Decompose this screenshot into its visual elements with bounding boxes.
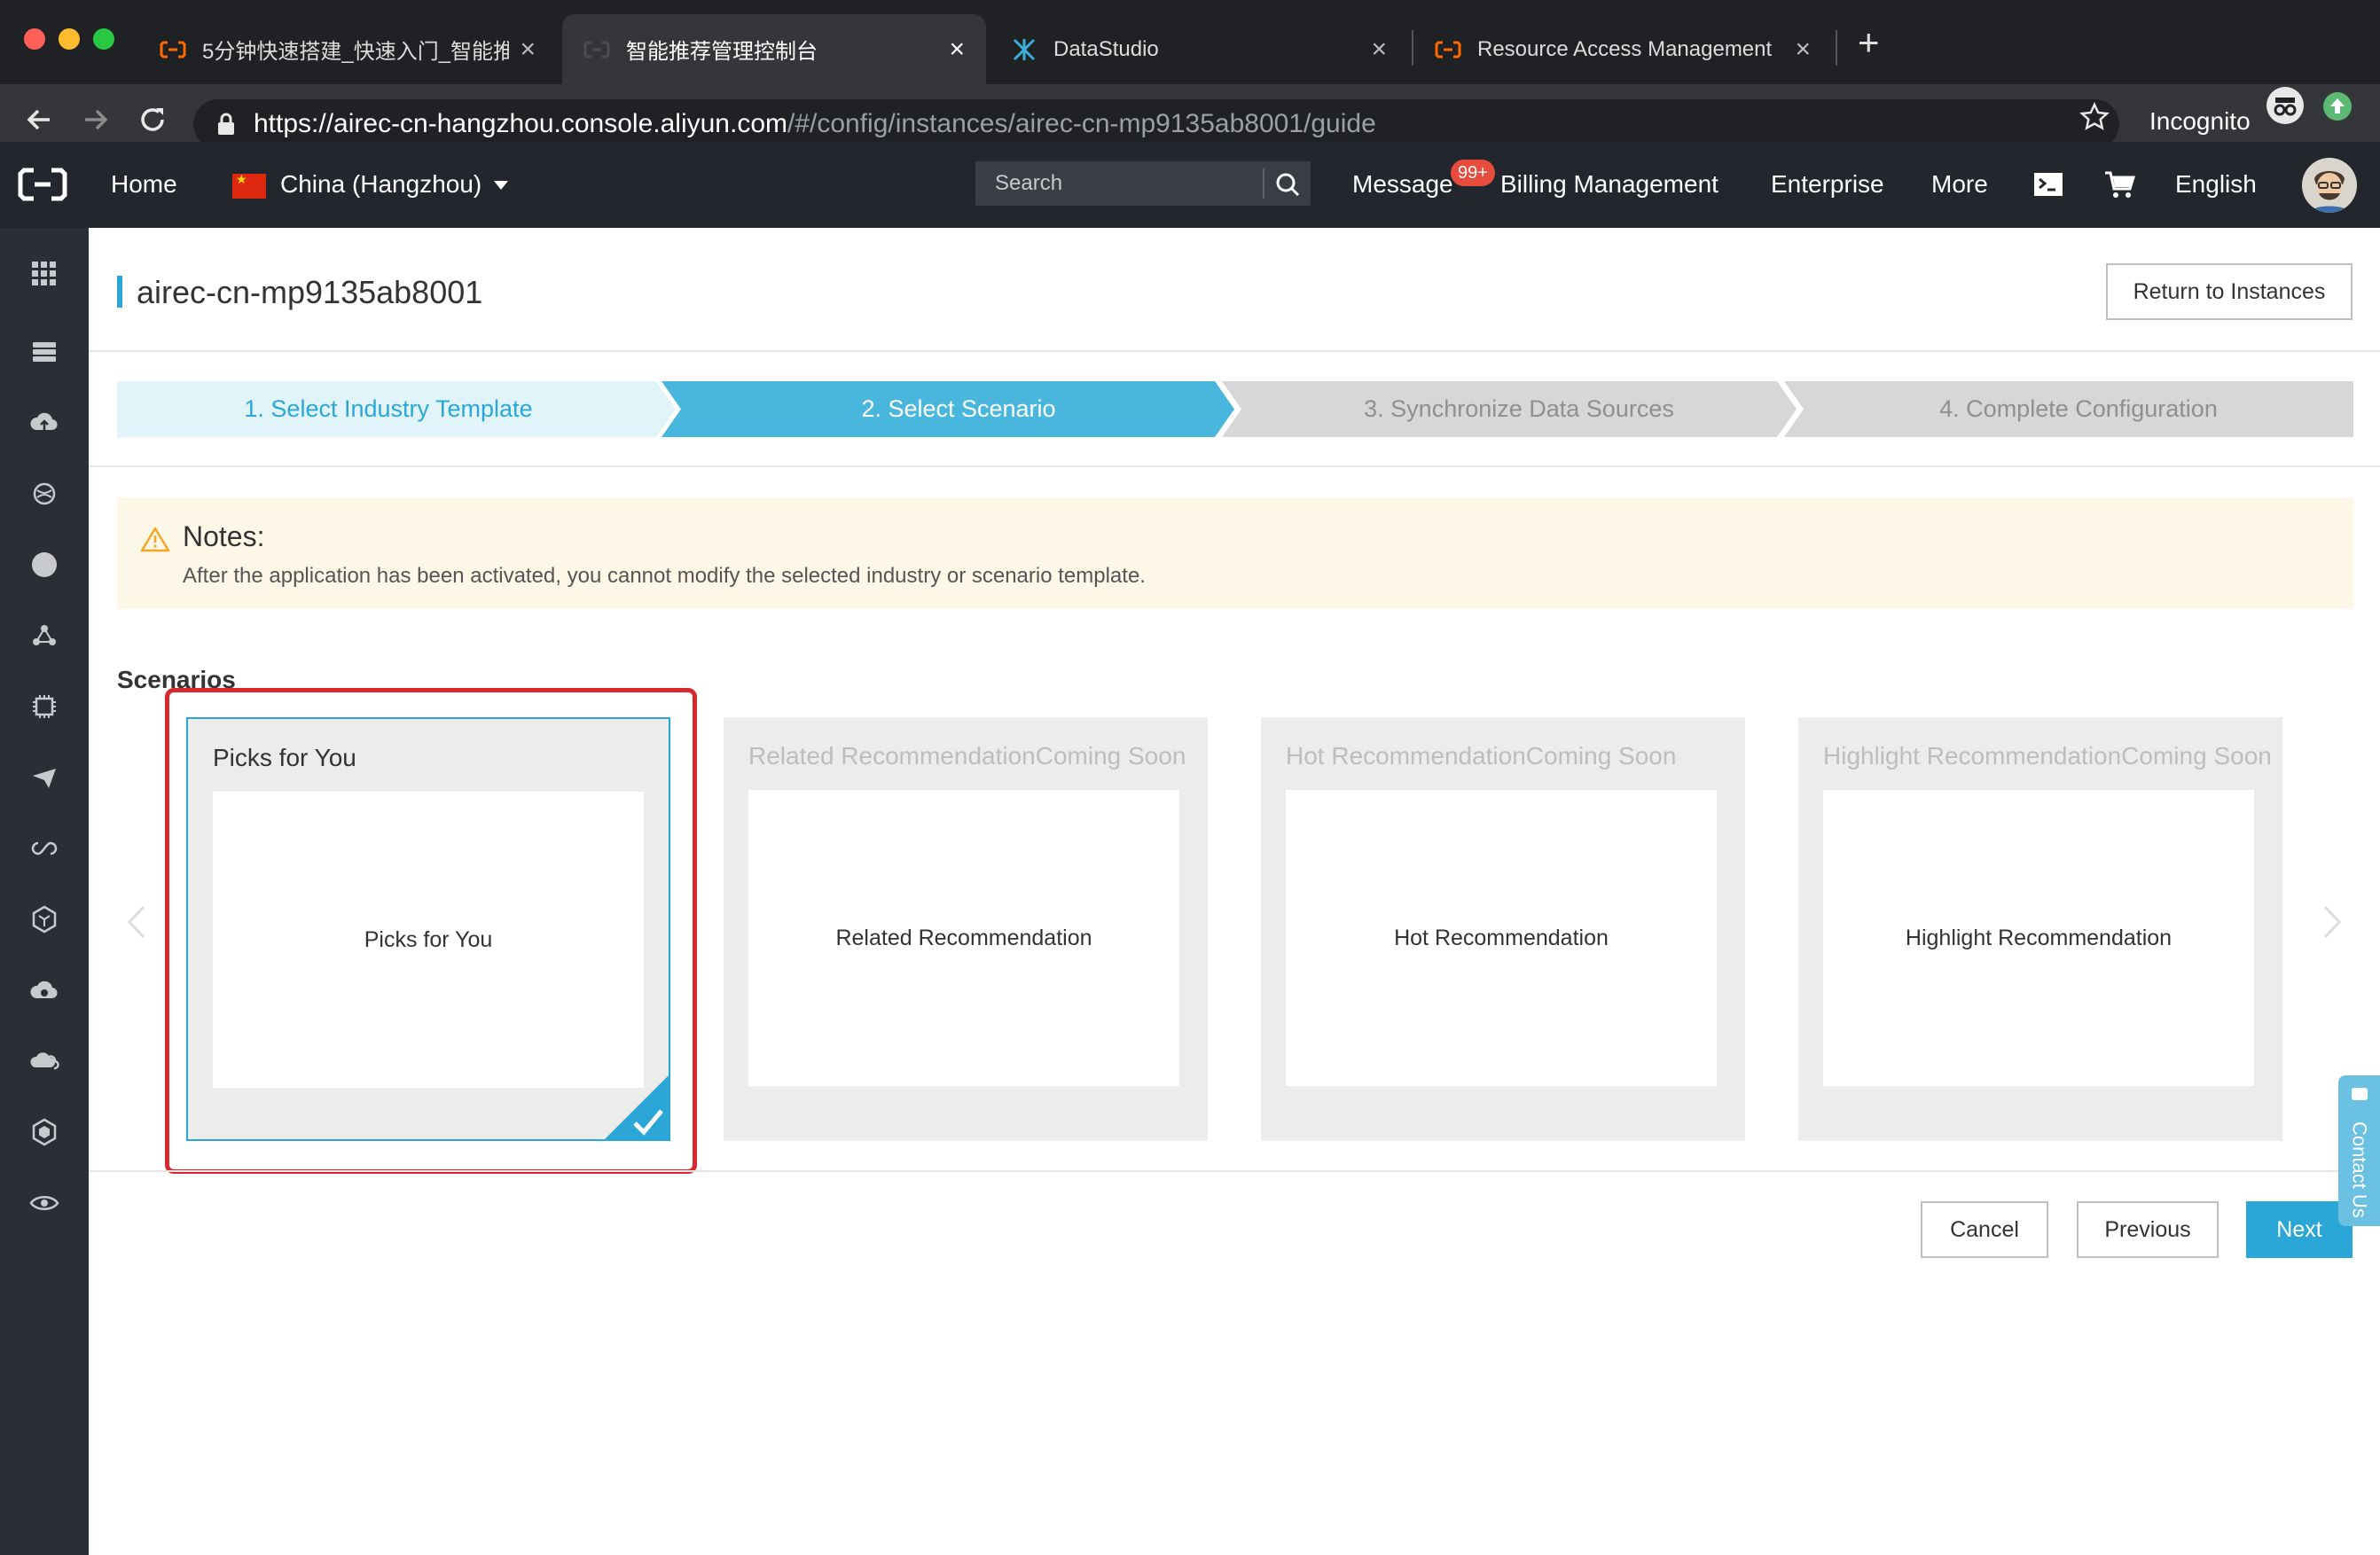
contact-us-tab[interactable]: Contact Us bbox=[2338, 1075, 2380, 1226]
tab-title: 5分钟快速搭建_快速入门_智能推 bbox=[202, 40, 510, 64]
contact-us-label: Contact Us bbox=[2348, 1121, 2371, 1218]
window-close-button[interactable] bbox=[24, 28, 45, 50]
datastudio-icon bbox=[1011, 36, 1037, 63]
plane-icon[interactable] bbox=[28, 762, 60, 793]
region-selector[interactable]: China (Hangzhou) bbox=[280, 170, 481, 199]
cloud-upload-icon[interactable] bbox=[28, 407, 60, 439]
step-4-complete-configuration: 4. Complete Configuration bbox=[1939, 395, 2218, 422]
url-path: /#/config/instances/airec-cn-mp9135ab800… bbox=[787, 109, 1376, 138]
title-accent-bar bbox=[117, 276, 122, 308]
steps-divider bbox=[89, 465, 2380, 467]
previous-button[interactable]: Previous bbox=[2077, 1201, 2219, 1258]
cloud-stack-icon[interactable] bbox=[28, 1045, 60, 1077]
page-title: airec-cn-mp9135ab8001 bbox=[137, 274, 483, 310]
lock-icon bbox=[218, 113, 234, 135]
bookmark-star-icon[interactable] bbox=[2079, 102, 2110, 140]
tab-divider bbox=[1836, 30, 1837, 66]
scenario-card-title: Hot RecommendationComing Soon bbox=[1286, 742, 1677, 770]
scenario-card-title: Highlight RecommendationComing Soon bbox=[1823, 742, 2272, 770]
cart-icon[interactable] bbox=[2102, 167, 2137, 202]
hexagon-icon[interactable] bbox=[28, 1116, 60, 1148]
infinity-icon[interactable] bbox=[28, 832, 60, 864]
chip-icon[interactable] bbox=[28, 691, 60, 723]
window-minimize-button[interactable] bbox=[59, 28, 80, 50]
user-avatar[interactable] bbox=[2302, 158, 2357, 213]
carousel-prev-icon[interactable] bbox=[124, 903, 149, 941]
browser-tab-3[interactable]: DataStudio × bbox=[990, 14, 1408, 84]
search-icon[interactable] bbox=[1273, 170, 1302, 199]
next-button[interactable]: Next bbox=[2246, 1201, 2353, 1258]
search-divider bbox=[1263, 168, 1264, 199]
extension-icon[interactable] bbox=[2323, 92, 2352, 121]
browser-tab-2[interactable]: 智能推荐管理控制台 × bbox=[562, 14, 986, 84]
new-tab-icon[interactable]: + bbox=[1858, 23, 1880, 62]
network-icon[interactable] bbox=[28, 478, 60, 510]
browser-tab-bar: 5分钟快速搭建_快速入门_智能推 × 智能推荐管理控制台 × DataStudi… bbox=[0, 0, 2380, 84]
carousel-next-icon[interactable] bbox=[2320, 903, 2345, 941]
reload-icon[interactable] bbox=[133, 104, 172, 143]
tab-close-icon[interactable]: × bbox=[520, 35, 536, 65]
step-2-select-scenario[interactable]: 2. Select Scenario bbox=[681, 381, 1236, 437]
server-icon[interactable] bbox=[28, 336, 60, 368]
nodes-icon[interactable] bbox=[28, 620, 60, 652]
content-divider bbox=[89, 1170, 2380, 1172]
circle-icon[interactable] bbox=[28, 549, 60, 581]
scenario-card-title: Related RecommendationComing Soon bbox=[748, 742, 1186, 770]
tab-close-icon[interactable]: × bbox=[1371, 35, 1387, 65]
language-selector[interactable]: English bbox=[2175, 170, 2257, 199]
return-to-instances-button[interactable]: Return to Instances bbox=[2106, 263, 2353, 320]
scenario-card-preview: Related Recommendation bbox=[748, 790, 1179, 1086]
console-header: Home China (Hangzhou) Search Message 99+… bbox=[0, 142, 2380, 228]
chat-icon bbox=[2352, 1088, 2368, 1100]
nav-home[interactable]: Home bbox=[111, 170, 177, 199]
tab-close-icon[interactable]: × bbox=[1795, 35, 1811, 65]
incognito-label: Incognito bbox=[2149, 107, 2251, 135]
main-content: airec-cn-mp9135ab8001 Return to Instance… bbox=[89, 228, 2380, 1555]
eye-icon[interactable] bbox=[28, 1187, 60, 1219]
tab-title: Resource Access Management bbox=[1477, 36, 1773, 61]
aliyun-icon bbox=[1435, 36, 1461, 63]
cloud-sync-icon[interactable] bbox=[28, 974, 60, 1006]
notice-title: Notes: bbox=[183, 520, 265, 552]
terminal-icon[interactable] bbox=[2031, 167, 2066, 202]
back-icon[interactable] bbox=[20, 104, 59, 143]
nav-enterprise[interactable]: Enterprise bbox=[1771, 170, 1884, 199]
aliyun-logo-icon[interactable] bbox=[18, 167, 67, 202]
scenario-card-related-recommendation: Related RecommendationComing Soon Relate… bbox=[724, 717, 1208, 1141]
tab-title: DataStudio bbox=[1053, 36, 1159, 61]
annotation-highlight-box bbox=[165, 688, 697, 1174]
browser-tab-4[interactable]: Resource Access Management × bbox=[1413, 14, 1832, 84]
nav-message[interactable]: Message bbox=[1352, 170, 1453, 199]
tab-close-icon[interactable]: × bbox=[949, 35, 965, 65]
caret-down-icon[interactable] bbox=[494, 181, 508, 190]
notice-box: Notes: After the application has been ac… bbox=[117, 497, 2353, 609]
cube-icon[interactable] bbox=[28, 903, 60, 935]
step-3-synchronize-data-sources: 3. Synchronize Data Sources bbox=[1364, 395, 1674, 422]
china-flag-icon bbox=[232, 172, 266, 199]
product-sidebar bbox=[0, 228, 89, 1555]
notice-text: After the application has been activated… bbox=[183, 564, 1146, 588]
forward-icon[interactable] bbox=[76, 104, 115, 143]
incognito-icon[interactable] bbox=[2266, 87, 2304, 124]
step-1-select-industry-template[interactable]: 1. Select Industry Template bbox=[117, 381, 660, 437]
scenario-card-highlight-recommendation: Highlight RecommendationComing Soon High… bbox=[1798, 717, 2282, 1141]
header-divider bbox=[89, 350, 2380, 352]
tab-title: 智能推荐管理控制台 bbox=[626, 40, 818, 64]
console-search-input[interactable]: Search bbox=[975, 161, 1311, 206]
url-host: https://airec-cn-hangzhou.console.aliyun… bbox=[254, 109, 787, 138]
aliyun-icon bbox=[583, 36, 610, 63]
message-count-badge: 99+ bbox=[1451, 160, 1495, 186]
browser-tab-1[interactable]: 5分钟快速搭建_快速入门_智能推 × bbox=[138, 14, 557, 84]
scenario-card-preview: Hot Recommendation bbox=[1286, 790, 1717, 1086]
cancel-button[interactable]: Cancel bbox=[1921, 1201, 2048, 1258]
warning-icon bbox=[140, 527, 170, 552]
nav-more[interactable]: More bbox=[1931, 170, 1988, 199]
scenario-card-preview: Highlight Recommendation bbox=[1823, 790, 2254, 1086]
scenario-card-hot-recommendation: Hot RecommendationComing Soon Hot Recomm… bbox=[1261, 717, 1745, 1141]
step-wizard: 1. Select Industry Template 2. Select Sc… bbox=[117, 381, 2353, 437]
nav-billing[interactable]: Billing Management bbox=[1500, 170, 1718, 199]
apps-grid-icon[interactable] bbox=[28, 258, 60, 290]
window-zoom-button[interactable] bbox=[93, 28, 114, 50]
aliyun-icon bbox=[160, 36, 186, 63]
